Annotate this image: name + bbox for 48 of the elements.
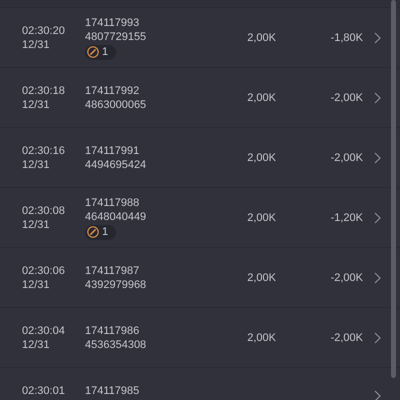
date-text: 12/31 [22, 38, 51, 52]
date-text: 12/31 [22, 278, 51, 292]
chevron-right-icon[interactable] [374, 152, 381, 164]
chevron-right-icon[interactable] [374, 332, 381, 344]
order-id: 174117987 [85, 264, 140, 278]
time-text: 02:30:16 [22, 144, 66, 158]
order-id: 174117985 [85, 384, 140, 398]
date-text: 12/31 [22, 218, 51, 232]
chevron-right-icon[interactable] [374, 390, 381, 400]
time-text: 02:30:18 [22, 84, 66, 98]
chevron-right-icon[interactable] [374, 32, 381, 44]
amount-text: 2,00K [246, 210, 276, 224]
order-id: 174117988 [85, 196, 140, 210]
change-text: -1,80K [330, 30, 363, 44]
reference-number: 4494695424 [85, 158, 146, 172]
amount-text: 2,00K [246, 270, 276, 284]
chevron-right-icon[interactable] [374, 212, 381, 224]
chevron-right-icon[interactable] [374, 272, 381, 284]
reference-number: 4807729155 [85, 30, 146, 44]
change-text: -2,00K [330, 150, 363, 164]
order-id: 174117986 [85, 324, 140, 338]
reference-number: 4392979968 [85, 278, 146, 292]
reference-number: 4863000065 [85, 98, 146, 112]
scrollbar[interactable] [391, 0, 396, 378]
order-id: 174117992 [85, 84, 140, 98]
time-text: 02:30:06 [22, 264, 66, 278]
reference-number: 4536354308 [85, 338, 146, 352]
change-text: -2,00K [330, 90, 363, 104]
count-badge: 1 [85, 44, 116, 60]
amount-text: 2,00K [246, 90, 276, 104]
change-text: -1,20K [330, 210, 363, 224]
chevron-right-icon[interactable] [374, 92, 381, 104]
order-id: 174117991 [85, 144, 140, 158]
amount-text: 2,00K [246, 330, 276, 344]
date-text: 12/31 [22, 158, 51, 172]
amount-text: 2,00K [246, 30, 276, 44]
order-id: 174117993 [85, 16, 140, 30]
time-text: 02:30:20 [22, 24, 66, 38]
date-text: 12/31 [22, 338, 51, 352]
change-text: -2,00K [330, 270, 363, 284]
change-text: -2,00K [330, 330, 363, 344]
reference-number: 4648040449 [85, 210, 146, 224]
time-text: 02:30:04 [22, 324, 66, 338]
count-badge: 1 [85, 224, 116, 240]
amount-text: 2,00K [246, 150, 276, 164]
date-text: 12/31 [22, 98, 51, 112]
time-text: 02:30:01 [22, 384, 66, 398]
time-text: 02:30:08 [22, 204, 66, 218]
